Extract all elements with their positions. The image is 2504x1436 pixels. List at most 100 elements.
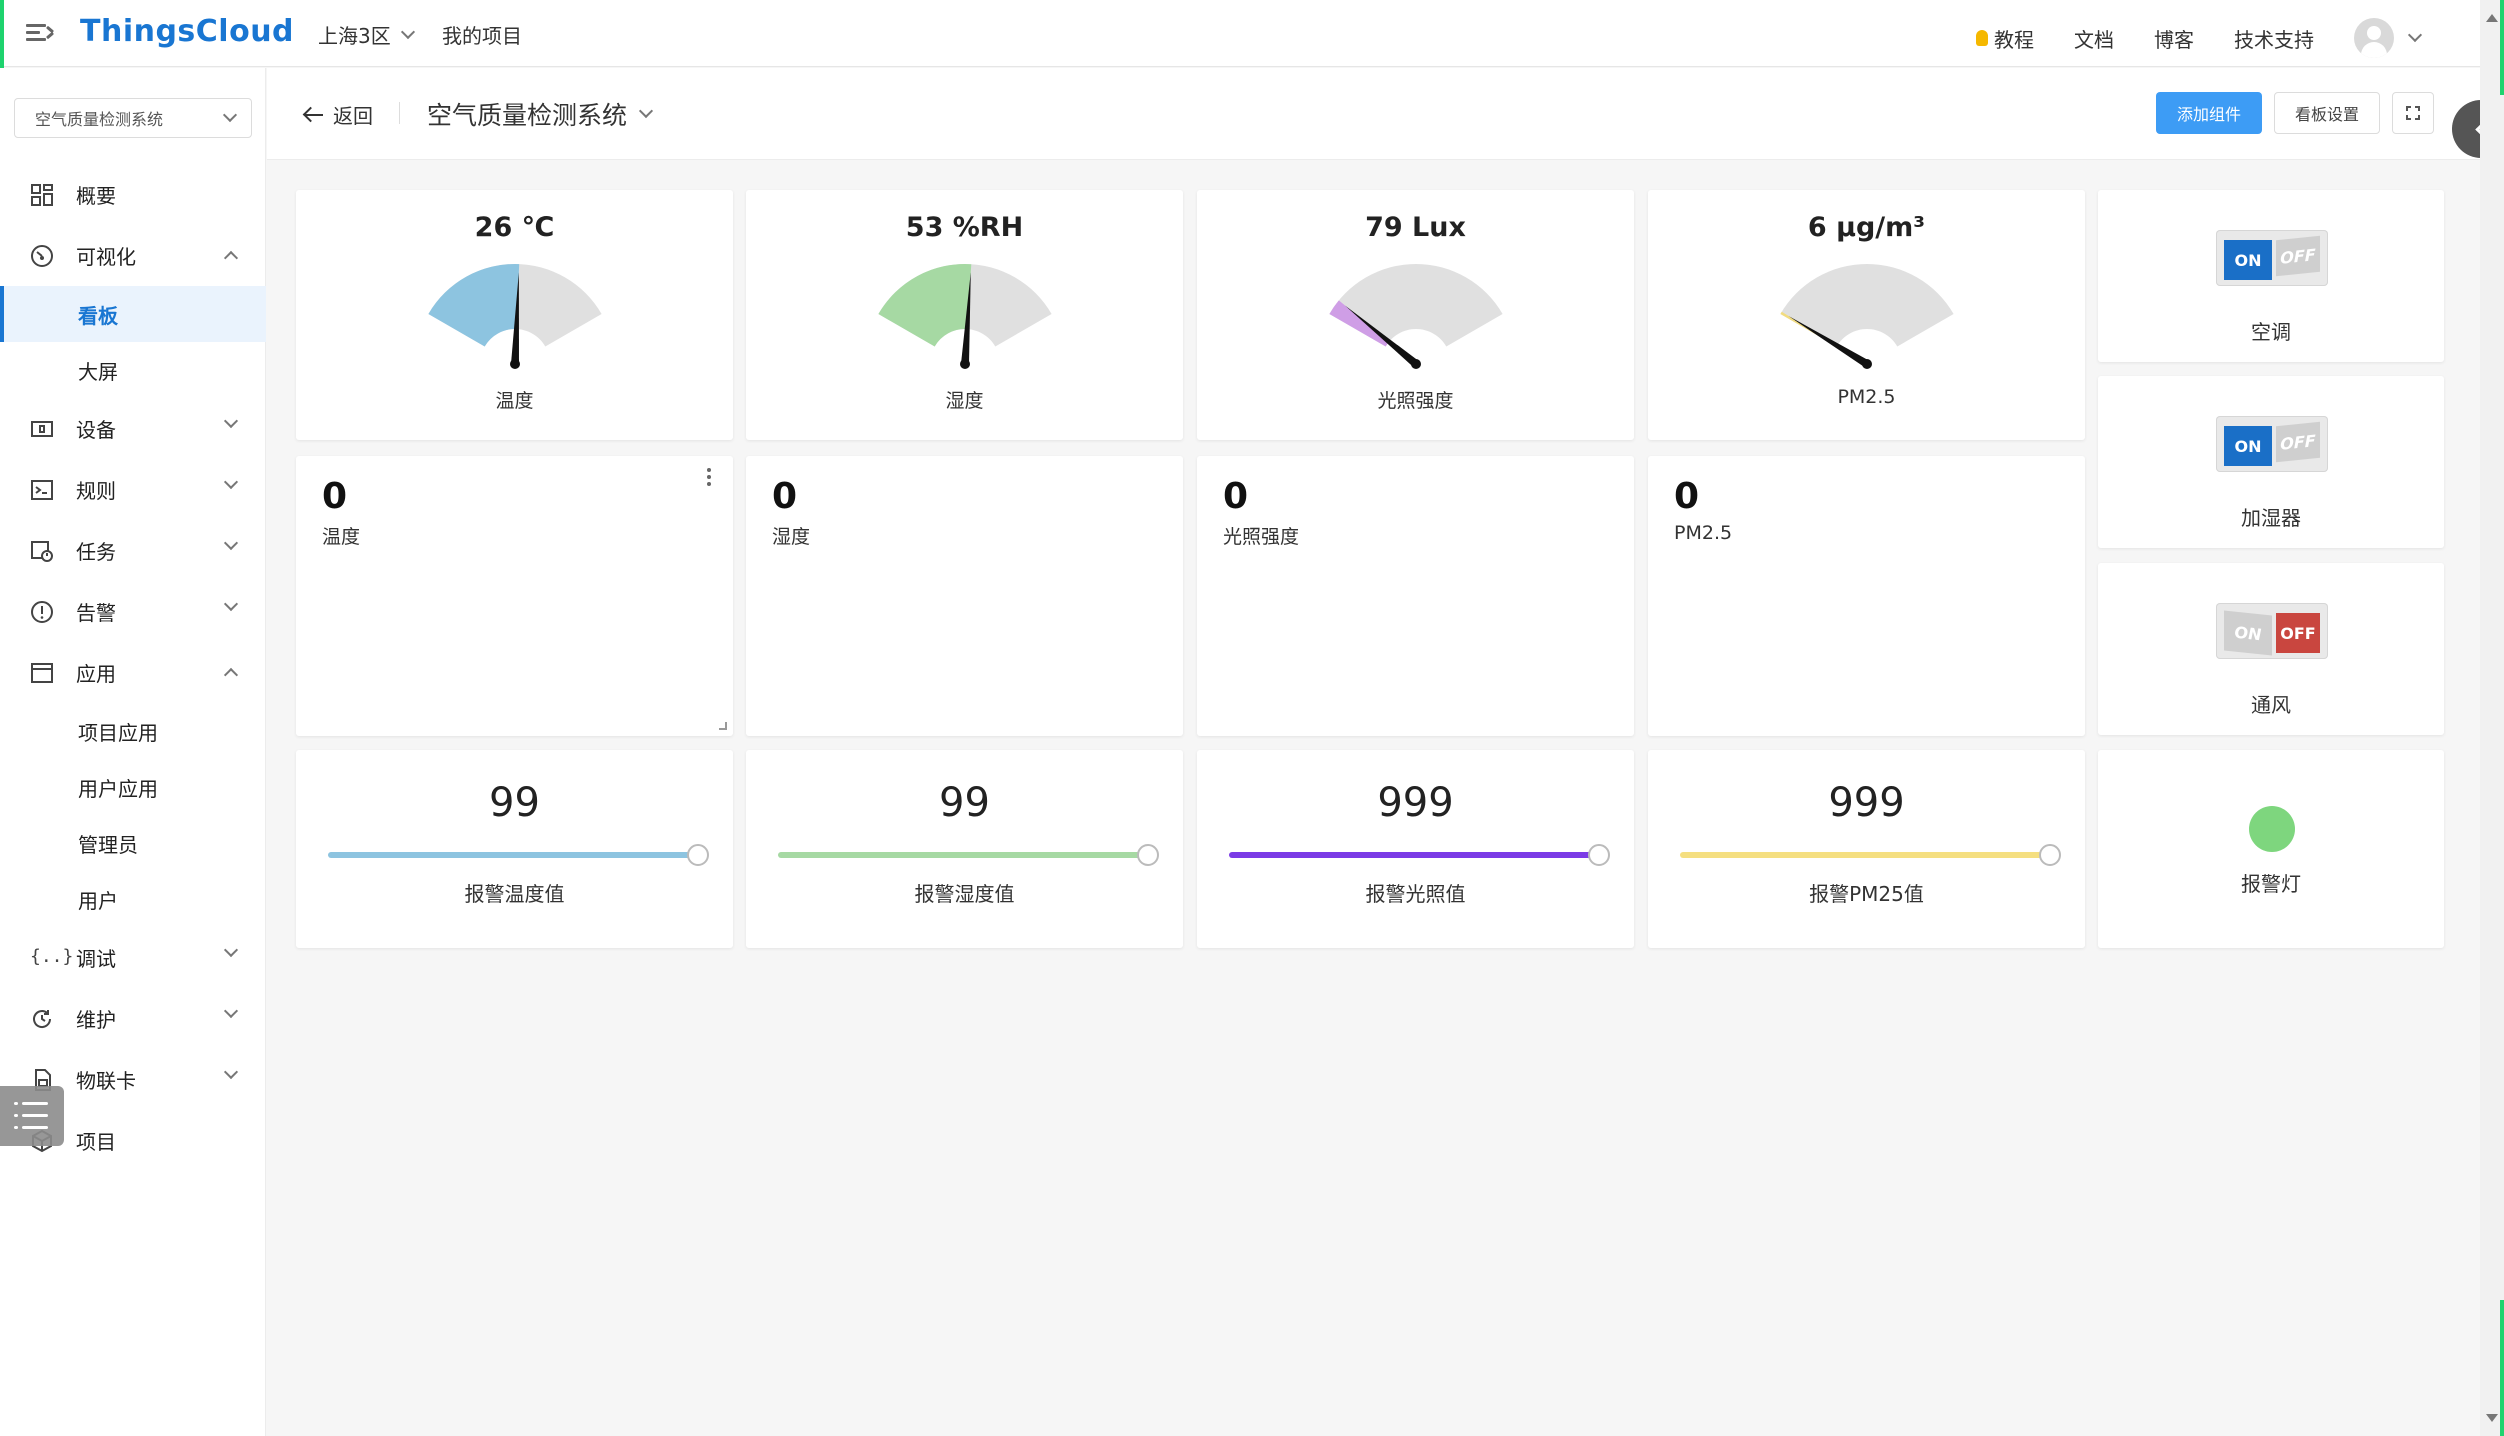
- tutorial-link[interactable]: 教程: [1976, 24, 2034, 53]
- fullscreen-button[interactable]: [2392, 92, 2434, 134]
- my-projects-link[interactable]: 我的项目: [442, 20, 522, 49]
- sidebar-item-visualization[interactable]: 可视化: [0, 225, 266, 286]
- region-label: 上海3区: [318, 24, 391, 48]
- floating-list-icon[interactable]: [0, 1086, 64, 1146]
- gauge-card[interactable]: 79 Lux 光照强度: [1197, 190, 1634, 440]
- slider-track[interactable]: [778, 852, 1148, 858]
- gauge-card[interactable]: 6 μg/m³ PM2.5: [1648, 190, 2085, 440]
- gauge-value: 26 ℃: [474, 212, 555, 243]
- switch-on: ON: [2224, 240, 2272, 280]
- sidebar: 空气质量检测系统 概要 可视化 看板 大屏 设备 规则 任务 告警 应用 项目应…: [0, 68, 266, 1436]
- slider-thumb[interactable]: [1137, 844, 1159, 866]
- sidebar-item-admins[interactable]: 管理员: [0, 815, 266, 871]
- toggle-switch[interactable]: ON OFF: [2216, 230, 2328, 286]
- back-button[interactable]: 返回: [305, 100, 373, 129]
- sidebar-item-tasks[interactable]: 任务: [0, 520, 266, 581]
- slider-thumb[interactable]: [2039, 844, 2061, 866]
- number-label: 湿度: [772, 526, 811, 548]
- number-card[interactable]: 0 光照强度: [1197, 456, 1634, 736]
- maintain-icon: [30, 1007, 54, 1031]
- dashboard-icon: [30, 244, 54, 268]
- slider-label: 报警光照值: [1365, 882, 1466, 906]
- vertical-scrollbar[interactable]: [2480, 0, 2504, 1436]
- toggle-switch[interactable]: ON OFF: [2216, 603, 2328, 659]
- slider-track[interactable]: [328, 852, 698, 858]
- gauge-dial: [1780, 264, 1954, 369]
- gauge-hub: [1411, 359, 1421, 369]
- switch-off: OFF: [2276, 235, 2320, 277]
- gauge-card[interactable]: 53 %RH 湿度: [746, 190, 1183, 440]
- rule-icon: [30, 478, 54, 502]
- chevron-down-icon: [223, 474, 239, 490]
- number-card[interactable]: 0 PM2.5: [1648, 456, 2085, 736]
- support-link[interactable]: 技术支持: [2234, 24, 2314, 53]
- slider-value: 99: [939, 780, 990, 826]
- chevron-down-icon: [223, 1064, 239, 1080]
- alarm-lamp-indicator: [2249, 806, 2295, 852]
- switch-card: ON OFF 空调: [2098, 190, 2444, 362]
- board-title-dropdown[interactable]: 空气质量检测系统: [427, 96, 654, 132]
- debug-icon: {..}: [30, 945, 74, 967]
- window-edge: [2500, 1300, 2504, 1436]
- gauge-fill: [428, 264, 520, 347]
- sidebar-item-devices[interactable]: 设备: [0, 398, 266, 459]
- number-card[interactable]: 0 温度: [296, 456, 733, 736]
- gauge-fill: [878, 264, 972, 347]
- scroll-down-icon[interactable]: [2486, 1414, 2498, 1422]
- sidebar-item-overview[interactable]: 概要: [0, 164, 266, 225]
- more-menu-icon[interactable]: [707, 468, 711, 486]
- region-selector[interactable]: 上海3区: [318, 20, 415, 49]
- sidebar-item-bigscreen[interactable]: 大屏: [0, 342, 266, 398]
- sidebar-item-board[interactable]: 看板: [0, 286, 266, 342]
- switch-label: 空调: [2251, 320, 2291, 344]
- sidebar-item-project-apps[interactable]: 项目应用: [0, 703, 266, 759]
- docs-link[interactable]: 文档: [2074, 24, 2114, 53]
- project-select[interactable]: 空气质量检测系统: [14, 98, 252, 138]
- menu-collapse-icon[interactable]: [26, 22, 55, 44]
- toggle-switch[interactable]: ON OFF: [2216, 416, 2328, 472]
- chevron-down-icon: [223, 535, 239, 551]
- slider-thumb[interactable]: [687, 844, 709, 866]
- top-links: 教程 文档 博客 技术支持: [1976, 18, 2423, 58]
- blog-link[interactable]: 博客: [2154, 24, 2194, 53]
- scroll-up-icon[interactable]: [2486, 14, 2498, 22]
- slider-label: 报警温度值: [464, 882, 565, 906]
- chevron-up-icon: [223, 250, 239, 266]
- fullscreen-icon: [2406, 106, 2420, 120]
- sidebar-item-user-apps[interactable]: 用户应用: [0, 759, 266, 815]
- slider-card: 99 报警温度值: [296, 750, 733, 948]
- number-label: PM2.5: [1674, 522, 1733, 544]
- grid-icon: [30, 183, 54, 207]
- logo[interactable]: ThingsCloud: [80, 14, 294, 49]
- resize-handle-icon[interactable]: [719, 722, 727, 730]
- user-menu[interactable]: [2354, 18, 2423, 58]
- board-settings-button[interactable]: 看板设置: [2274, 92, 2380, 134]
- slider-label: 报警PM25值: [1809, 882, 1924, 906]
- sidebar-item-rules[interactable]: 规则: [0, 459, 266, 520]
- sidebar-item-apps[interactable]: 应用: [0, 642, 266, 703]
- slider-card: 99 报警湿度值: [746, 750, 1183, 948]
- number-label: 温度: [322, 526, 361, 548]
- top-bar: ThingsCloud 上海3区 我的项目 教程 文档 博客 技术支持: [0, 0, 2480, 67]
- chevron-down-icon: [223, 596, 239, 612]
- chevron-down-icon: [400, 24, 415, 39]
- sidebar-item-users[interactable]: 用户: [0, 871, 266, 927]
- add-widget-button[interactable]: 添加组件: [2156, 92, 2262, 134]
- switch-on: ON: [2224, 426, 2272, 466]
- number-card[interactable]: 0 湿度: [746, 456, 1183, 736]
- divider: [399, 102, 400, 124]
- gauge-card[interactable]: 26 ℃ 温度: [296, 190, 733, 440]
- gauge-value: 53 %RH: [905, 212, 1024, 243]
- gauge-hub: [510, 359, 520, 369]
- slider-track[interactable]: [1680, 852, 2050, 858]
- slider-thumb[interactable]: [1588, 844, 1610, 866]
- switch-card: ON OFF 通风: [2098, 563, 2444, 735]
- slider-card: 999 报警光照值: [1197, 750, 1634, 948]
- chevron-down-icon: [223, 942, 239, 958]
- slider-label: 报警湿度值: [914, 882, 1015, 906]
- slider-track[interactable]: [1229, 852, 1599, 858]
- chevron-down-icon: [223, 1003, 239, 1019]
- sidebar-item-alerts[interactable]: 告警: [0, 581, 266, 642]
- sidebar-item-maintenance[interactable]: 维护: [0, 988, 266, 1049]
- sidebar-item-debug[interactable]: {..} 调试: [0, 927, 266, 988]
